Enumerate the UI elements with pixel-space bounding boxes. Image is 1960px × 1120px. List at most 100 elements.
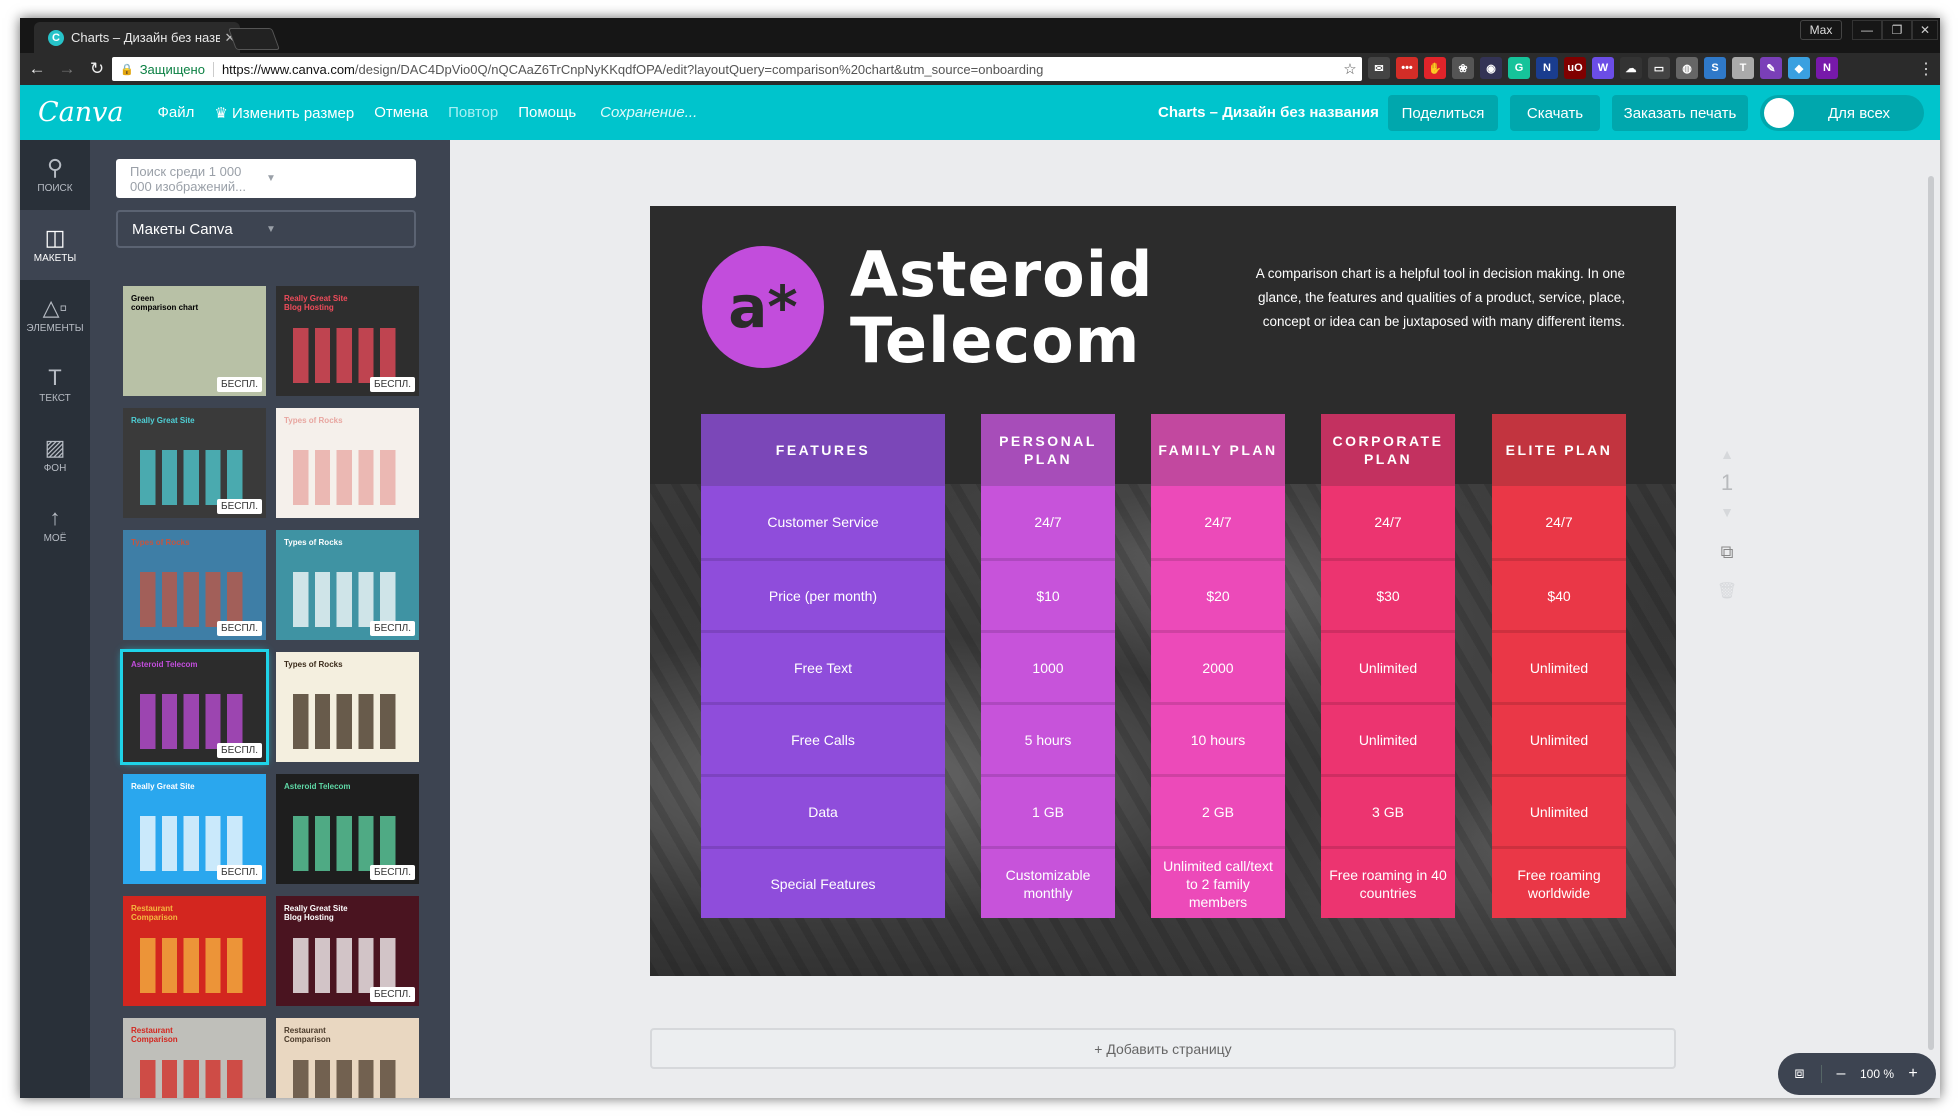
profile-button[interactable]: Max	[1800, 20, 1842, 40]
onenote-ext-icon[interactable]: N	[1816, 57, 1838, 79]
bookmark-star-icon[interactable]: ☆	[1338, 60, 1362, 78]
cloud-ext-icon[interactable]: ☁	[1620, 57, 1642, 79]
diamond-ext-icon[interactable]: ◆	[1788, 57, 1810, 79]
globe-ext-icon[interactable]: ◍	[1676, 57, 1698, 79]
chrome-menu-icon[interactable]: ⋮	[1918, 59, 1934, 79]
description-text: A comparison chart is a helpful tool in …	[1255, 266, 1625, 329]
lastpass-ext-icon[interactable]: •••	[1396, 57, 1418, 79]
template-thumbnail[interactable]: Restaurant Comparison	[123, 896, 266, 1006]
close-icon[interactable]: ✕	[1912, 20, 1938, 40]
mail-ext-icon[interactable]: ✉	[1368, 57, 1390, 79]
reload-icon[interactable]: ↻	[84, 59, 110, 79]
template-thumbnail[interactable]: Really Great Site Blog Hosting БЕСПЛ.	[276, 286, 419, 396]
document-title[interactable]: Charts – Дизайн без названия	[1158, 104, 1379, 121]
present-icon[interactable]: ⧈	[1778, 1065, 1822, 1083]
s-ext-icon[interactable]: S	[1704, 57, 1726, 79]
page-up-icon[interactable]: ▲	[1712, 446, 1742, 462]
template-preview	[293, 937, 402, 993]
crown-icon: ♛	[214, 104, 233, 122]
template-thumbnail[interactable]: Green comparison chart БЕСПЛ.	[123, 286, 266, 396]
page-controls: ▲ 1 ▼ ⧉ 🗑	[1712, 446, 1742, 601]
adblock-ext-icon[interactable]: ✋	[1424, 57, 1446, 79]
zoom-out-button[interactable]: –	[1828, 1065, 1854, 1083]
brand-line-2: Telecom	[850, 304, 1141, 377]
template-thumbnail[interactable]: Restaurant Comparison	[276, 1018, 419, 1098]
table-cell: Data	[701, 774, 945, 846]
canva-logo[interactable]: Canva	[38, 97, 124, 128]
template-thumbnail[interactable]: Types of Rocks	[276, 652, 419, 762]
table-cell: 24/7	[1321, 486, 1455, 558]
template-title: Types of Rocks	[284, 416, 343, 425]
t-ext-icon[interactable]: T	[1732, 57, 1754, 79]
address-bar[interactable]: 🔒 Защищено https://www.canva.com/design/…	[112, 57, 1362, 81]
template-thumbnail[interactable]: Asteroid Telecom БЕСПЛ.	[276, 774, 419, 884]
template-title: Restaurant Comparison	[131, 904, 178, 922]
template-thumbnail[interactable]: Types of Rocks БЕСПЛ.	[123, 530, 266, 640]
browser-tab[interactable]: C Charts – Дизайн без назв ✕	[34, 22, 240, 53]
template-thumbnail[interactable]: Restaurant Comparison	[123, 1018, 266, 1098]
paw-ext-icon[interactable]: ❀	[1452, 57, 1474, 79]
grammarly-ext-icon[interactable]: G	[1508, 57, 1530, 79]
duplicate-page-icon[interactable]: ⧉	[1712, 542, 1742, 563]
page-down-icon[interactable]: ▼	[1712, 504, 1742, 520]
column-header: FAMILY PLAN	[1151, 414, 1285, 486]
free-badge: БЕСПЛ.	[217, 377, 262, 392]
minimize-icon[interactable]: —	[1852, 20, 1882, 40]
spy-ext-icon[interactable]: ◉	[1480, 57, 1502, 79]
menu-redo[interactable]: Повтор	[448, 104, 498, 121]
order-print-button[interactable]: Заказать печать	[1612, 95, 1748, 131]
template-thumbnail[interactable]: Really Great Site Blog Hosting БЕСПЛ.	[276, 896, 419, 1006]
template-title: Asteroid Telecom	[131, 660, 198, 669]
table-cell: 3 GB	[1321, 774, 1455, 846]
menu-undo[interactable]: Отмена	[374, 104, 428, 121]
template-title: Really Great Site Blog Hosting	[284, 294, 348, 312]
menu-file[interactable]: Файл	[158, 104, 195, 121]
rail-item-layouts[interactable]: ◫ МАКЕТЫ	[20, 210, 90, 280]
template-thumbnail[interactable]: Really Great Site БЕСПЛ.	[123, 408, 266, 518]
free-badge: БЕСПЛ.	[370, 987, 415, 1002]
share-button[interactable]: Поделиться	[1388, 95, 1498, 131]
back-icon[interactable]: ←	[24, 59, 50, 79]
chevron-down-icon[interactable]: ▼	[266, 173, 402, 184]
rail-item-text[interactable]: T ТЕКСТ	[20, 350, 90, 420]
add-page-button[interactable]: + Добавить страницу	[650, 1028, 1676, 1069]
w-ext-icon[interactable]: W	[1592, 57, 1614, 79]
rail-label: ЭЛЕМЕНТЫ	[26, 322, 84, 334]
menu-resize[interactable]: ♛ Изменить размер	[214, 104, 354, 122]
free-badge: БЕСПЛ.	[217, 499, 262, 514]
delete-page-icon[interactable]: 🗑	[1712, 581, 1742, 601]
layout-source-dropdown[interactable]: Макеты Canva ▼	[116, 210, 416, 248]
column-header: ELITE PLAN	[1492, 414, 1626, 486]
scrollbar-thumb[interactable]	[1928, 176, 1934, 1050]
template-thumbnail[interactable]: Asteroid Telecom БЕСПЛ.	[120, 649, 269, 765]
ublock-ext-icon[interactable]: uO	[1564, 57, 1586, 79]
browser-toolbar: ← → ↻ 🔒 Защищено https://www.canva.com/d…	[20, 53, 1940, 85]
template-thumbnail[interactable]: Types of Rocks БЕСПЛ.	[276, 530, 419, 640]
template-preview	[140, 571, 249, 627]
background-icon: ▨	[44, 434, 66, 460]
menu-help[interactable]: Помощь	[518, 104, 576, 121]
forward-icon[interactable]: →	[54, 59, 80, 79]
template-preview	[140, 693, 249, 749]
rail-item-background[interactable]: ▨ ФОН	[20, 420, 90, 490]
image-search-input[interactable]: Поиск среди 1 000 000 изображений... ▼	[116, 159, 416, 198]
template-thumbnail[interactable]: Types of Rocks	[276, 408, 419, 518]
window-ext-icon[interactable]: ▭	[1648, 57, 1670, 79]
vertical-scrollbar[interactable]	[1928, 176, 1936, 1056]
brand-title: Asteroid Telecom	[850, 242, 1153, 374]
saving-status: Сохранение...	[600, 104, 698, 121]
n-ext-icon[interactable]: N	[1536, 57, 1558, 79]
download-button[interactable]: Скачать	[1510, 95, 1600, 131]
template-thumbnail[interactable]: Really Great Site БЕСПЛ.	[123, 774, 266, 884]
visibility-toggle[interactable]: Для всех	[1760, 95, 1924, 131]
templates-panel: Поиск среди 1 000 000 изображений... ▼ М…	[90, 140, 450, 1098]
design-page[interactable]: a* Asteroid Telecom A comparison chart i…	[650, 206, 1676, 976]
rail-item-search[interactable]: ⚲ ПОИСК	[20, 140, 90, 210]
new-tab-button[interactable]	[227, 28, 281, 50]
restore-icon[interactable]: ❐	[1882, 20, 1912, 40]
rail-item-elements[interactable]: △▫ ЭЛЕМЕНТЫ	[20, 280, 90, 350]
rail-item-upload[interactable]: ↑ МОЁ	[20, 490, 90, 560]
feather-ext-icon[interactable]: ✎	[1760, 57, 1782, 79]
url-text[interactable]: https://www.canva.com/design/DAC4DpVio0Q…	[222, 62, 1338, 77]
zoom-in-button[interactable]: +	[1900, 1065, 1926, 1083]
